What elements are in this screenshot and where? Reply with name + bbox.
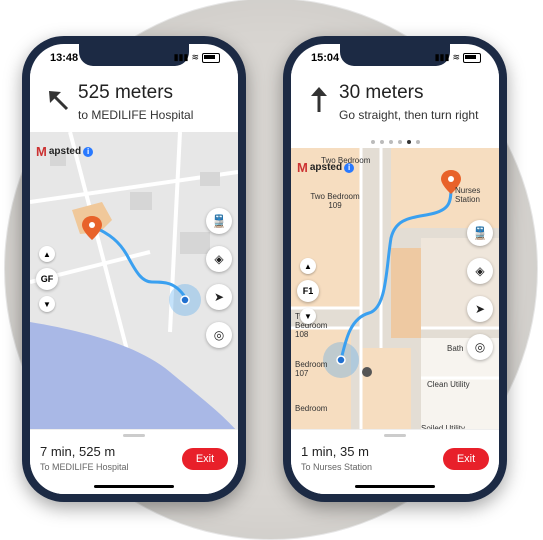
signal-icon: ▮▮▮: [434, 52, 450, 62]
exit-button[interactable]: Exit: [182, 448, 228, 470]
room-label: Two Bedroom 109: [310, 192, 360, 210]
room-label: Bedroom: [295, 404, 328, 413]
layers-icon[interactable]: ◈: [467, 258, 493, 284]
mapsted-logo: Mapsted i: [36, 144, 94, 159]
transit-icon[interactable]: 🚆: [467, 220, 493, 246]
sheet-handle[interactable]: [384, 434, 406, 437]
floor-label[interactable]: GF: [36, 268, 58, 290]
floor-down-icon[interactable]: ▼: [300, 308, 316, 324]
wifi-icon: ≋: [191, 52, 199, 62]
room-label: Bath: [447, 344, 464, 353]
eta-text: 1 min, 35 m: [301, 444, 369, 459]
eta-text: 7 min, 525 m: [40, 444, 116, 459]
sheet-handle[interactable]: [123, 434, 145, 437]
arrow-up-left-icon: [49, 91, 69, 111]
step-dots: [371, 140, 420, 144]
floor-label[interactable]: F1: [297, 280, 319, 302]
bottom-sheet: 1 min, 35 m To Nurses Station Exit: [291, 429, 499, 494]
bottom-sheet: 7 min, 525 m To MEDILIFE Hospital Exit: [30, 429, 238, 494]
room-label: Two Bedroom: [321, 156, 371, 165]
floor-up-icon[interactable]: ▲: [39, 246, 55, 262]
status-icons: ▮▮▮ ≋: [174, 52, 220, 63]
notch: [340, 44, 450, 66]
room-label: Nurses Station: [455, 186, 481, 204]
room-label: Clean Utility: [427, 380, 470, 389]
wifi-icon: ≋: [452, 52, 460, 62]
battery-icon: [202, 52, 220, 63]
screen-outdoor: 13:48 ▮▮▮ ≋ 525 meters to MEDILIFE Hospit…: [30, 44, 238, 494]
floor-up-icon[interactable]: ▲: [300, 258, 316, 274]
instruction-text: to MEDILIFE Hospital: [78, 108, 194, 122]
exit-button[interactable]: Exit: [443, 448, 489, 470]
destination-text: To MEDILIFE Hospital: [40, 462, 129, 472]
floor-selector: ▲ GF ▼: [36, 246, 58, 312]
floor-selector: ▲ F1 ▼: [297, 258, 319, 324]
status-time: 13:48: [50, 52, 79, 64]
distance-text: 30 meters: [339, 82, 424, 103]
instruction-text: Go straight, then turn right: [339, 108, 479, 122]
info-icon[interactable]: i: [83, 146, 94, 157]
home-indicator: [94, 485, 174, 488]
notch: [79, 44, 189, 66]
indoor-map[interactable]: Mapsted i Two Bedroom Two Bedroom 109 Nur…: [291, 148, 499, 438]
compass-icon[interactable]: ➤: [467, 296, 493, 322]
phone-outdoor: 13:48 ▮▮▮ ≋ 525 meters to MEDILIFE Hospit…: [22, 36, 246, 502]
phone-indoor: 15:04 ▮▮▮ ≋ 30 meters Go straight, then t…: [283, 36, 507, 502]
screen-indoor: 15:04 ▮▮▮ ≋ 30 meters Go straight, then t…: [291, 44, 499, 494]
arrow-up-icon: [311, 87, 327, 112]
map-canvas: [30, 132, 238, 438]
layers-icon[interactable]: ◈: [206, 246, 232, 272]
distance-text: 525 meters: [78, 82, 174, 103]
locate-me-icon[interactable]: ◎: [467, 334, 493, 360]
battery-icon: [463, 52, 481, 63]
signal-icon: ▮▮▮: [173, 52, 189, 62]
outdoor-map[interactable]: Mapsted i ▲ GF ▼ 🚆 ◈ ➤ ◎: [30, 132, 238, 438]
floor-down-icon[interactable]: ▼: [39, 296, 55, 312]
status-time: 15:04: [311, 52, 340, 64]
destination-text: To Nurses Station: [301, 462, 373, 472]
compass-icon[interactable]: ➤: [206, 284, 232, 310]
transit-icon[interactable]: 🚆: [206, 208, 232, 234]
room-label: Bedroom 107: [295, 360, 328, 378]
home-indicator: [355, 485, 435, 488]
locate-me-icon[interactable]: ◎: [206, 322, 232, 348]
nav-header: 525 meters to MEDILIFE Hospital: [30, 70, 238, 132]
status-icons: ▮▮▮ ≋: [435, 52, 481, 63]
nav-header: 30 meters Go straight, then turn right: [291, 70, 499, 132]
